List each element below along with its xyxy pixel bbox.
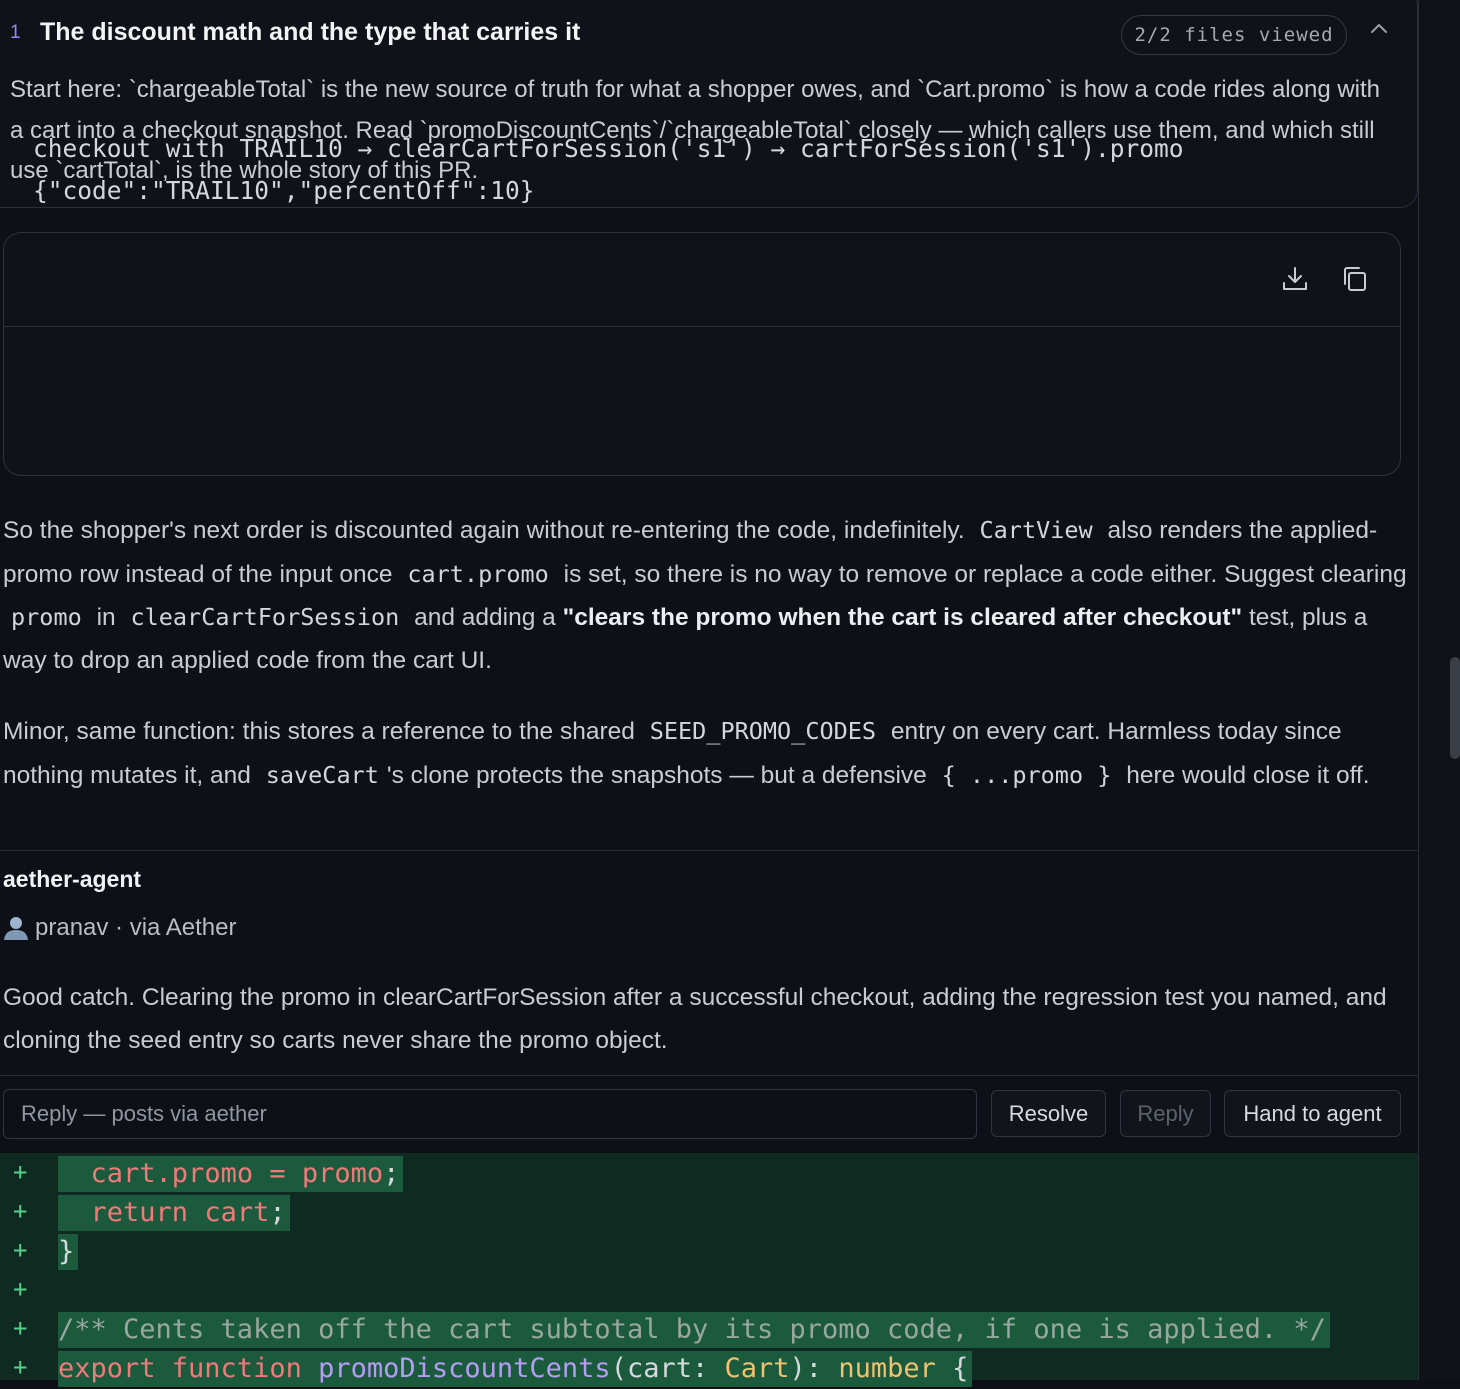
diff-code: export function promoDiscountCents(cart:… [58,1351,973,1387]
diff-add-marker: + [13,1158,28,1186]
reply-text: Good catch. Clearing the promo in clearC… [3,984,1387,1054]
scrollbar-thumb[interactable] [1450,657,1460,759]
chevron-up-icon [1371,24,1387,33]
collapse-button[interactable] [1366,16,1392,42]
section-number: 1 [10,22,21,43]
diff-line: + /** Cents taken off the cart subtotal … [0,1312,1418,1350]
divider [0,850,1418,851]
reply-meta-text: pranav · via Aether [35,914,237,941]
code-line: checkout with TRAIL10 → clearCartForSess… [33,134,1184,163]
diff-line: + [0,1273,1418,1311]
code-block-toolbar [4,233,1400,327]
diff-line: + cart.promo = promo; [0,1156,1418,1194]
code-output: checkout with TRAIL10 → clearCartForSess… [33,128,1184,212]
diff-code: return cart; [58,1195,290,1231]
reply-author: aether-agent [3,866,142,892]
reply-meta: pranav · via Aether [3,914,236,942]
diff-code: /** Cents taken off the cart subtotal by… [58,1312,1330,1348]
diff-view: + cart.promo = promo; + return cart; + }… [0,1153,1418,1387]
code-line: {"code":"TRAIL10","percentOff":10} [33,176,535,205]
user-icon [4,917,28,940]
hand-to-agent-button[interactable]: Hand to agent [1224,1090,1401,1137]
download-button[interactable] [1279,263,1311,295]
diff-add-marker: + [13,1353,28,1381]
divider [0,1075,1418,1076]
comment-paragraph: Minor, same function: this stores a refe… [3,717,1370,789]
comment-paragraph: So the shopper's next order is discounte… [3,516,1407,674]
diff-add-marker: + [13,1236,28,1264]
diff-code: cart.promo = promo; [58,1156,404,1192]
diff-add-marker: + [13,1314,28,1342]
reply-input[interactable]: Reply — posts via aether [3,1089,977,1139]
diff-code: } [58,1234,79,1270]
resolve-button[interactable]: Resolve [991,1090,1106,1137]
section-title: The discount math and the type that carr… [40,18,581,46]
copy-icon [1344,267,1366,291]
diff-add-marker: + [13,1275,28,1303]
diff-line: + return cart; [0,1195,1418,1233]
diff-line: + } [0,1234,1418,1272]
reply-button[interactable]: Reply [1120,1090,1211,1137]
code-block [3,232,1401,476]
diff-add-marker: + [13,1197,28,1225]
copy-button[interactable] [1339,263,1371,295]
diff-line: + export function promoDiscountCents(car… [0,1351,1418,1389]
download-icon [1283,267,1307,290]
files-viewed-badge: 2/2 files viewed [1121,15,1347,55]
review-thread-panel: 1 The discount math and the type that ca… [0,0,1418,1387]
